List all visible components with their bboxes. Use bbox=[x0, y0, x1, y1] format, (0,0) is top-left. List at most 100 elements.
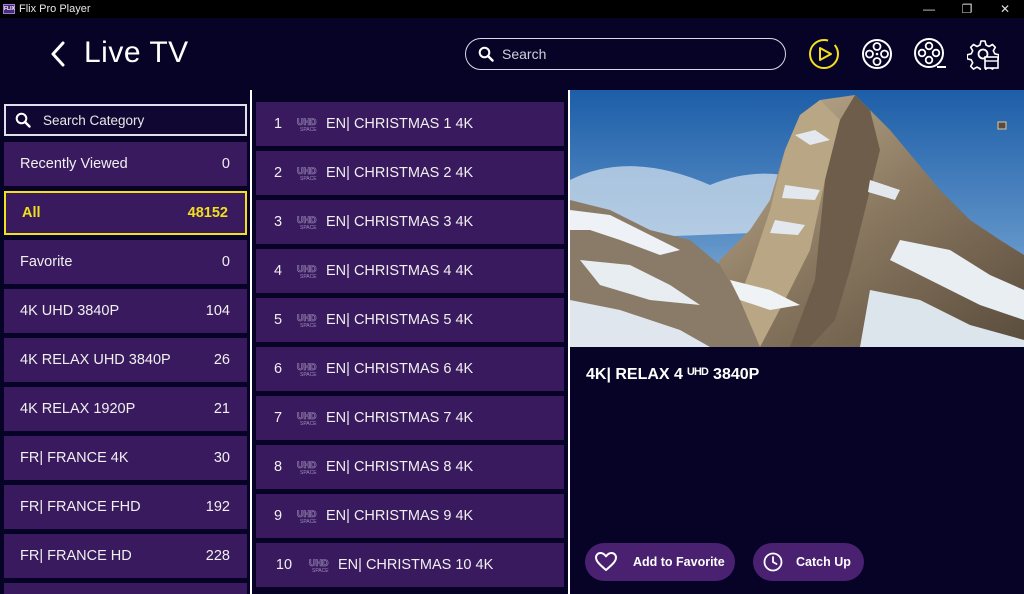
movies-button[interactable] bbox=[860, 37, 894, 71]
mountain-preview-image bbox=[570, 90, 1024, 347]
channel-item[interactable]: 10 UHD SPACE EN| CHRISTMAS 10 4K bbox=[256, 543, 564, 587]
channel-item[interactable]: 3 UHD SPACE EN| CHRISTMAS 3 4K bbox=[256, 200, 564, 244]
category-item-fr-france-hd[interactable]: FR| FRANCE HD 228 bbox=[4, 534, 247, 578]
category-count: 21 bbox=[213, 401, 230, 417]
channel-item[interactable]: 9 UHD SPACE EN| CHRISTMAS 9 4K bbox=[256, 494, 564, 538]
svg-text:SPACE: SPACE bbox=[300, 519, 317, 524]
svg-text:UHD: UHD bbox=[297, 117, 317, 127]
channel-logo-icon: UHD SPACE bbox=[308, 557, 330, 573]
minimize-button[interactable]: — bbox=[910, 0, 948, 18]
chevron-left-icon bbox=[51, 41, 65, 67]
channel-item[interactable]: 1 UHD SPACE EN| CHRISTMAS 1 4K bbox=[256, 102, 564, 146]
play-button[interactable] bbox=[807, 37, 841, 71]
svg-text:UHD: UHD bbox=[297, 264, 317, 274]
channel-number: 2 bbox=[273, 165, 283, 181]
channel-logo-icon: UHD SPACE bbox=[296, 508, 318, 524]
catch-up-button[interactable]: Catch Up bbox=[753, 543, 864, 581]
search-icon bbox=[15, 112, 31, 128]
svg-text:SPACE: SPACE bbox=[300, 176, 317, 181]
channel-number: 9 bbox=[273, 508, 283, 524]
category-count: 26 bbox=[213, 352, 230, 368]
page-title: Live TV bbox=[84, 36, 189, 69]
channel-number: 5 bbox=[273, 312, 283, 328]
svg-text:UHD: UHD bbox=[297, 509, 317, 519]
category-label: All bbox=[22, 205, 41, 221]
svg-text:UHD: UHD bbox=[309, 558, 329, 568]
play-circle-icon bbox=[809, 39, 839, 69]
svg-text:SPACE: SPACE bbox=[300, 323, 317, 328]
settings-gear-icon bbox=[967, 40, 999, 70]
channel-logo-icon: UHD SPACE bbox=[296, 165, 318, 181]
app-logo: FLIX bbox=[3, 4, 15, 14]
category-count: 0 bbox=[221, 254, 230, 270]
settings-button[interactable] bbox=[966, 37, 1000, 71]
channel-logo-icon: UHD SPACE bbox=[296, 459, 318, 475]
channel-number: 8 bbox=[273, 459, 283, 475]
category-label: FR| FRANCE HD bbox=[20, 548, 132, 564]
search-input[interactable] bbox=[502, 46, 762, 62]
channel-name: EN| CHRISTMAS 7 4K bbox=[326, 410, 474, 426]
channel-logo-icon: UHD SPACE bbox=[296, 410, 318, 426]
channel-logo-icon: UHD SPACE bbox=[296, 116, 318, 132]
back-button[interactable] bbox=[48, 38, 68, 70]
category-item-4k-relax-uhd[interactable]: 4K RELAX UHD 3840P 26 bbox=[4, 338, 247, 382]
category-item-partial[interactable] bbox=[4, 583, 247, 594]
channel-name: EN| CHRISTMAS 2 4K bbox=[326, 165, 474, 181]
search-icon bbox=[478, 46, 494, 62]
now-playing-title: 4K| RELAX 4 ᵁᴴᴰ 3840P bbox=[586, 366, 760, 383]
film-reel-icon bbox=[862, 39, 892, 69]
clock-icon bbox=[763, 552, 783, 572]
search-bar[interactable] bbox=[465, 38, 786, 70]
category-item-recently-viewed[interactable]: Recently Viewed 0 bbox=[4, 142, 247, 186]
category-count: 192 bbox=[205, 499, 230, 515]
channel-name: EN| CHRISTMAS 8 4K bbox=[326, 459, 474, 475]
svg-text:SPACE: SPACE bbox=[300, 372, 317, 377]
channel-number: 4 bbox=[273, 263, 283, 279]
category-item-fr-france-4k[interactable]: FR| FRANCE 4K 30 bbox=[4, 436, 247, 480]
channel-logo-icon: UHD SPACE bbox=[296, 361, 318, 377]
channel-number: 1 bbox=[273, 116, 283, 132]
category-count: 104 bbox=[205, 303, 230, 319]
channel-item[interactable]: 8 UHD SPACE EN| CHRISTMAS 8 4K bbox=[256, 445, 564, 489]
category-item-4k-uhd[interactable]: 4K UHD 3840P 104 bbox=[4, 289, 247, 333]
channel-item[interactable]: 2 UHD SPACE EN| CHRISTMAS 2 4K bbox=[256, 151, 564, 195]
category-count: 30 bbox=[213, 450, 230, 466]
channel-name: EN| CHRISTMAS 3 4K bbox=[326, 214, 474, 230]
add-to-favorite-button[interactable]: Add to Favorite bbox=[585, 543, 735, 581]
add-to-favorite-label: Add to Favorite bbox=[633, 555, 725, 569]
category-item-favorite[interactable]: Favorite 0 bbox=[4, 240, 247, 284]
category-item-fr-france-fhd[interactable]: FR| FRANCE FHD 192 bbox=[4, 485, 247, 529]
channel-list: 1 UHD SPACE EN| CHRISTMAS 1 4K 2 UHD SPACE… bbox=[252, 90, 570, 594]
category-search[interactable] bbox=[4, 104, 247, 136]
channel-logo-icon: UHD SPACE bbox=[296, 214, 318, 230]
series-button[interactable] bbox=[913, 37, 947, 71]
channel-name: EN| CHRISTMAS 10 4K bbox=[338, 557, 494, 573]
svg-text:SPACE: SPACE bbox=[312, 568, 329, 573]
channel-number: 3 bbox=[273, 214, 283, 230]
channel-item[interactable]: 5 UHD SPACE EN| CHRISTMAS 5 4K bbox=[256, 298, 564, 342]
category-label: 4K RELAX UHD 3840P bbox=[20, 352, 171, 368]
svg-text:SPACE: SPACE bbox=[300, 421, 317, 426]
svg-text:UHD: UHD bbox=[297, 166, 317, 176]
svg-text:UHD: UHD bbox=[297, 215, 317, 225]
category-label: Favorite bbox=[20, 254, 73, 270]
restore-button[interactable]: ❐ bbox=[948, 0, 986, 18]
category-label: Recently Viewed bbox=[20, 156, 128, 172]
close-button[interactable]: ✕ bbox=[986, 0, 1024, 18]
channel-name: EN| CHRISTMAS 9 4K bbox=[326, 508, 474, 524]
category-item-all[interactable]: All 48152 bbox=[4, 191, 247, 235]
channel-number: 6 bbox=[273, 361, 283, 377]
svg-text:SPACE: SPACE bbox=[300, 274, 317, 279]
category-item-4k-relax-1920[interactable]: 4K RELAX 1920P 21 bbox=[4, 387, 247, 431]
video-preview[interactable] bbox=[570, 90, 1024, 347]
channel-item[interactable]: 7 UHD SPACE EN| CHRISTMAS 7 4K bbox=[256, 396, 564, 440]
channel-name: EN| CHRISTMAS 4 4K bbox=[326, 263, 474, 279]
app-header: Live TV bbox=[0, 18, 1024, 90]
player-panel: 4K| RELAX 4 ᵁᴴᴰ 3840P Add to Favorite Ca… bbox=[570, 90, 1024, 594]
channel-logo-icon: UHD SPACE bbox=[296, 263, 318, 279]
channel-item[interactable]: 6 UHD SPACE EN| CHRISTMAS 6 4K bbox=[256, 347, 564, 391]
category-search-input[interactable] bbox=[43, 112, 243, 128]
category-panel: Recently Viewed 0 All 48152 Favorite 0 4… bbox=[0, 90, 252, 594]
channel-item[interactable]: 4 UHD SPACE EN| CHRISTMAS 4 4K bbox=[256, 249, 564, 293]
channel-number: 7 bbox=[273, 410, 283, 426]
